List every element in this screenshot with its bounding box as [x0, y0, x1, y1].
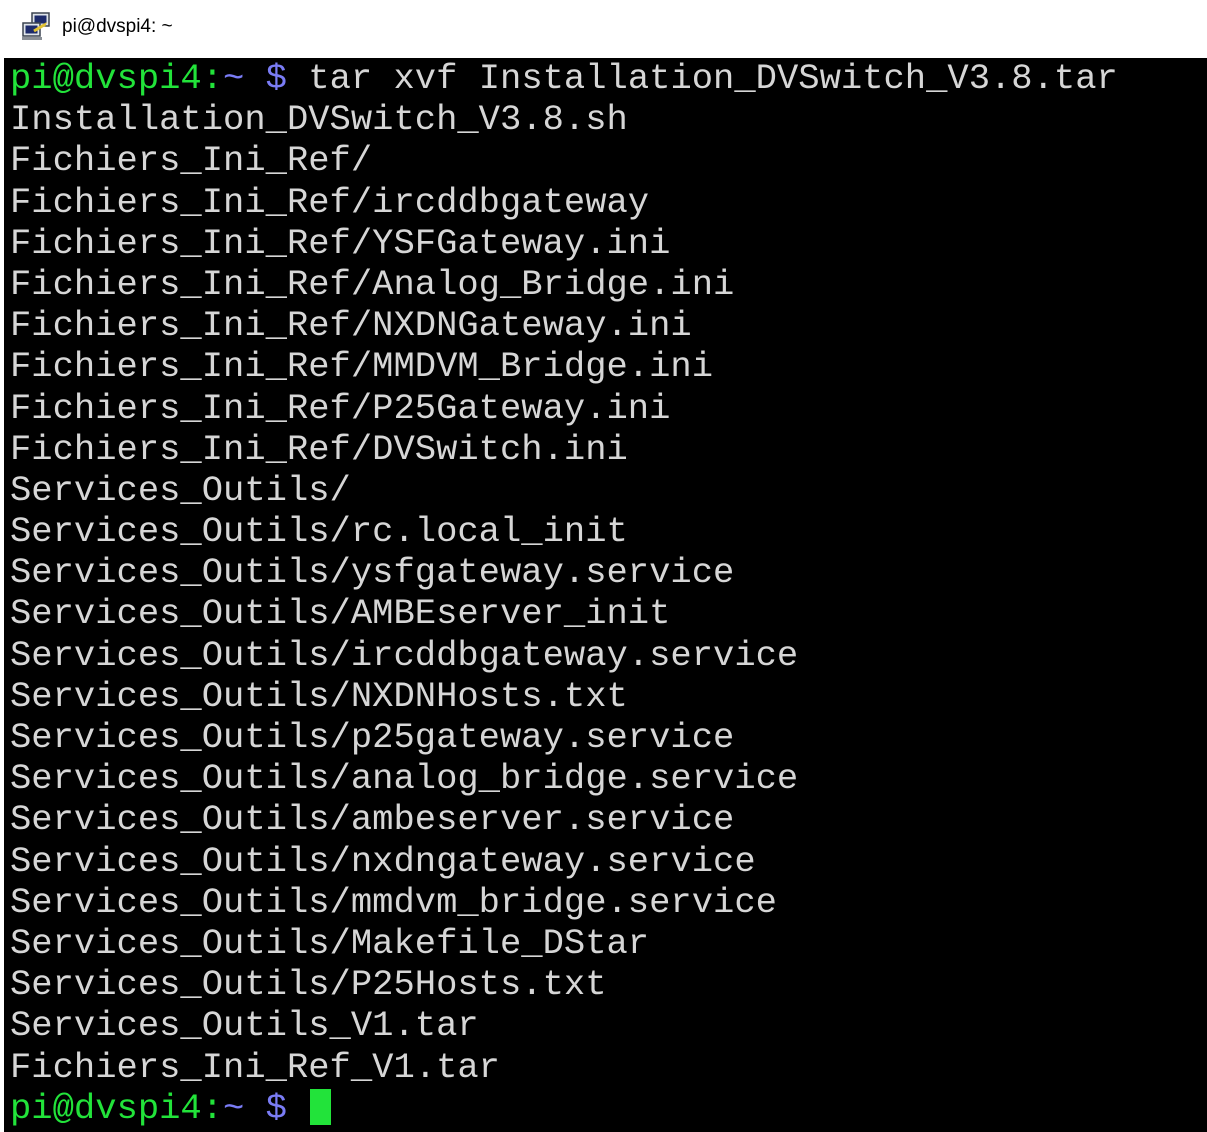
command-text: tar xvf Installation_DVSwitch_V3.8.tar	[308, 58, 1118, 99]
prompt-user-host: pi@dvspi4	[10, 1087, 202, 1129]
output-line: Fichiers_Ini_Ref/YSFGateway.ini	[10, 222, 671, 264]
prompt-colon: :	[201, 1087, 224, 1129]
output-line: Fichiers_Ini_Ref/NXDNGateway.ini	[10, 305, 692, 347]
output-line: Services_Outils/nxdngateway.service	[10, 840, 756, 882]
output-line: Services_Outils/ambeserver.service	[10, 799, 735, 841]
output-line: Services_Outils/p25gateway.service	[10, 717, 735, 758]
output-line: Fichiers_Ini_Ref/Analog_Bridge.ini	[10, 263, 735, 305]
prompt-dollar: $	[244, 58, 309, 99]
putty-terminal-icon	[22, 12, 50, 40]
output-line: Services_Outils_V1.tar	[10, 1005, 479, 1047]
window-title: pi@dvspi4: ~	[62, 16, 173, 37]
output-line: Services_Outils/rc.local_init	[10, 511, 628, 553]
prompt-colon: :	[201, 58, 224, 99]
command-line: pi@dvspi4:~ $ tar xvf Installation_DVSwi…	[10, 58, 1118, 99]
output-line: Services_Outils/analog_bridge.service	[10, 758, 799, 800]
output-line: Services_Outils/ircddbgateway.service	[10, 634, 799, 676]
output-line: Installation_DVSwitch_V3.8.sh	[10, 99, 628, 141]
prompt-user-host: pi@dvspi4	[10, 58, 202, 99]
output-line: Services_Outils/P25Hosts.txt	[10, 964, 607, 1006]
output-line: Services_Outils/	[10, 469, 351, 511]
final-prompt-line[interactable]: pi@dvspi4:~ $	[10, 1088, 1118, 1129]
terminal-window: pi@dvspi4: ~ pi@dvspi4:~ $ tar xvf Insta…	[0, 0, 1207, 1132]
output-line: Fichiers_Ini_Ref/	[10, 140, 373, 182]
output-line: Services_Outils/NXDNHosts.txt	[10, 675, 628, 717]
output-line: Services_Outils/Makefile_DStar	[10, 922, 650, 964]
terminal-output: pi@dvspi4:~ $ tar xvf Installation_DVSwi…	[10, 58, 1118, 1129]
output-line: Fichiers_Ini_Ref/MMDVM_Bridge.ini	[10, 346, 714, 388]
output-line: Services_Outils/AMBEserver_init	[10, 593, 671, 635]
prompt-path: ~	[223, 58, 245, 99]
output-line: Services_Outils/ysfgateway.service	[10, 552, 735, 594]
output-line: Services_Outils/mmdvm_bridge.service	[10, 881, 777, 923]
output-line: Fichiers_Ini_Ref/P25Gateway.ini	[10, 387, 671, 429]
terminal-screen[interactable]: pi@dvspi4:~ $ tar xvf Installation_DVSwi…	[4, 58, 1207, 1132]
prompt-dollar: $	[244, 1087, 309, 1129]
output-lines: Installation_DVSwitch_V3.8.sh Fichiers_In…	[10, 99, 1118, 1088]
output-line: Fichiers_Ini_Ref/DVSwitch.ini	[10, 428, 628, 470]
text-cursor	[310, 1088, 332, 1125]
output-line: Fichiers_Ini_Ref/ircddbgateway	[10, 181, 650, 223]
prompt-path: ~	[223, 1087, 245, 1129]
title-bar[interactable]: pi@dvspi4: ~	[0, 0, 1207, 58]
output-line: Fichiers_Ini_Ref_V1.tar	[10, 1046, 500, 1088]
